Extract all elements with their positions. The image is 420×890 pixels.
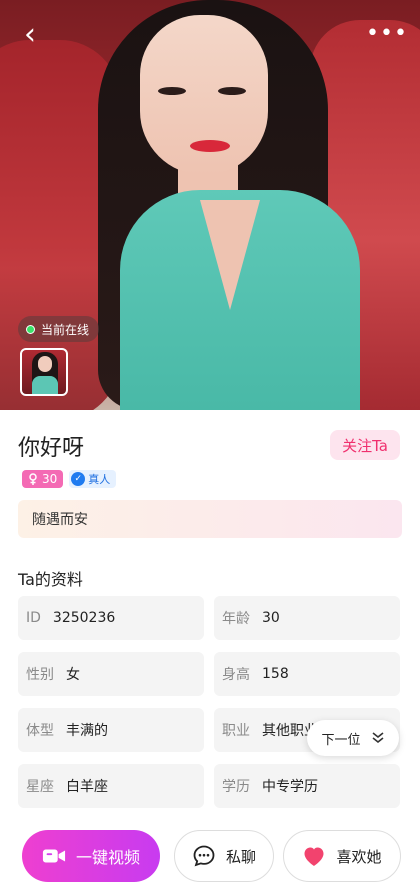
- detail-label: 星座: [26, 779, 54, 795]
- detail-zodiac: 星座 白羊座: [18, 764, 204, 808]
- detail-value: 158: [262, 666, 289, 682]
- video-camera-icon: [42, 849, 66, 863]
- photo-eye-left: [158, 87, 186, 95]
- next-profile-label: 下一位: [321, 732, 361, 748]
- age-tag-value: 30: [42, 472, 58, 486]
- female-icon: [29, 473, 37, 485]
- video-call-label: 一键视频: [75, 848, 140, 867]
- details-section-title: Ta的资料: [18, 570, 83, 589]
- detail-value: 白羊座: [66, 779, 108, 795]
- like-button[interactable]: 喜欢她: [283, 830, 401, 882]
- online-status-badge: 当前在线: [18, 316, 100, 342]
- heart-icon: [304, 847, 324, 866]
- more-horizontal-icon: •••: [366, 21, 408, 46]
- like-label: 喜欢她: [336, 847, 382, 866]
- detail-label: 职业: [222, 723, 250, 739]
- double-chevron-down-icon: [372, 732, 383, 744]
- profile-motto: 随遇而安: [18, 500, 402, 538]
- detail-label: 学历: [222, 779, 250, 795]
- age-tag: 30: [22, 470, 64, 488]
- detail-value: 女: [66, 667, 80, 683]
- more-button[interactable]: •••: [366, 20, 408, 48]
- details-grid: ID 3250236 年龄 30 性别 女 身高 158 体型 丰满的 职业 其…: [18, 596, 402, 808]
- follow-button[interactable]: 关注Ta: [330, 430, 400, 460]
- private-chat-label: 私聊: [225, 847, 256, 866]
- detail-label: ID: [26, 610, 41, 626]
- profile-tags: 30 ✓ 真人: [22, 470, 117, 488]
- detail-education: 学历 中专学历: [214, 764, 400, 808]
- online-dot-icon: [26, 324, 35, 334]
- photo-lips: [190, 140, 230, 152]
- detail-value: 3250236: [52, 610, 116, 626]
- detail-value: 丰满的: [66, 723, 108, 739]
- verified-tag: ✓ 真人: [69, 470, 117, 488]
- detail-value: 中专学历: [262, 779, 318, 795]
- detail-gender: 性别 女: [18, 652, 204, 696]
- detail-value: 30: [262, 610, 280, 626]
- chevron-left-icon: ‹: [24, 17, 36, 52]
- private-chat-button[interactable]: 私聊: [174, 830, 274, 882]
- profile-photo[interactable]: ‹ ••• 当前在线: [0, 0, 420, 410]
- verified-check-icon: ✓: [71, 472, 86, 486]
- detail-id: ID 3250236: [18, 596, 204, 640]
- detail-height: 身高 158: [214, 652, 400, 696]
- verified-tag-label: 真人: [88, 473, 111, 486]
- video-call-button[interactable]: 一键视频: [22, 830, 160, 882]
- thumb-face: [38, 356, 52, 372]
- photo-eye-right: [218, 87, 246, 95]
- bottom-action-bar: 一键视频 私聊 喜欢她: [0, 812, 420, 890]
- photo-thumbnail[interactable]: [20, 348, 68, 396]
- detail-label: 身高: [222, 667, 250, 683]
- detail-body-type: 体型 丰满的: [18, 708, 204, 752]
- back-button[interactable]: ‹: [14, 20, 46, 52]
- thumb-body: [32, 376, 58, 394]
- detail-label: 年龄: [222, 611, 250, 627]
- chat-bubble-icon: [193, 845, 215, 867]
- detail-age: 年龄 30: [214, 596, 400, 640]
- profile-name: 你好呀: [18, 436, 85, 461]
- next-profile-button[interactable]: 下一位: [307, 720, 399, 756]
- detail-label: 体型: [26, 723, 54, 739]
- online-status-text: 当前在线: [41, 322, 90, 337]
- detail-label: 性别: [26, 667, 54, 683]
- photo-neckline: [200, 200, 260, 310]
